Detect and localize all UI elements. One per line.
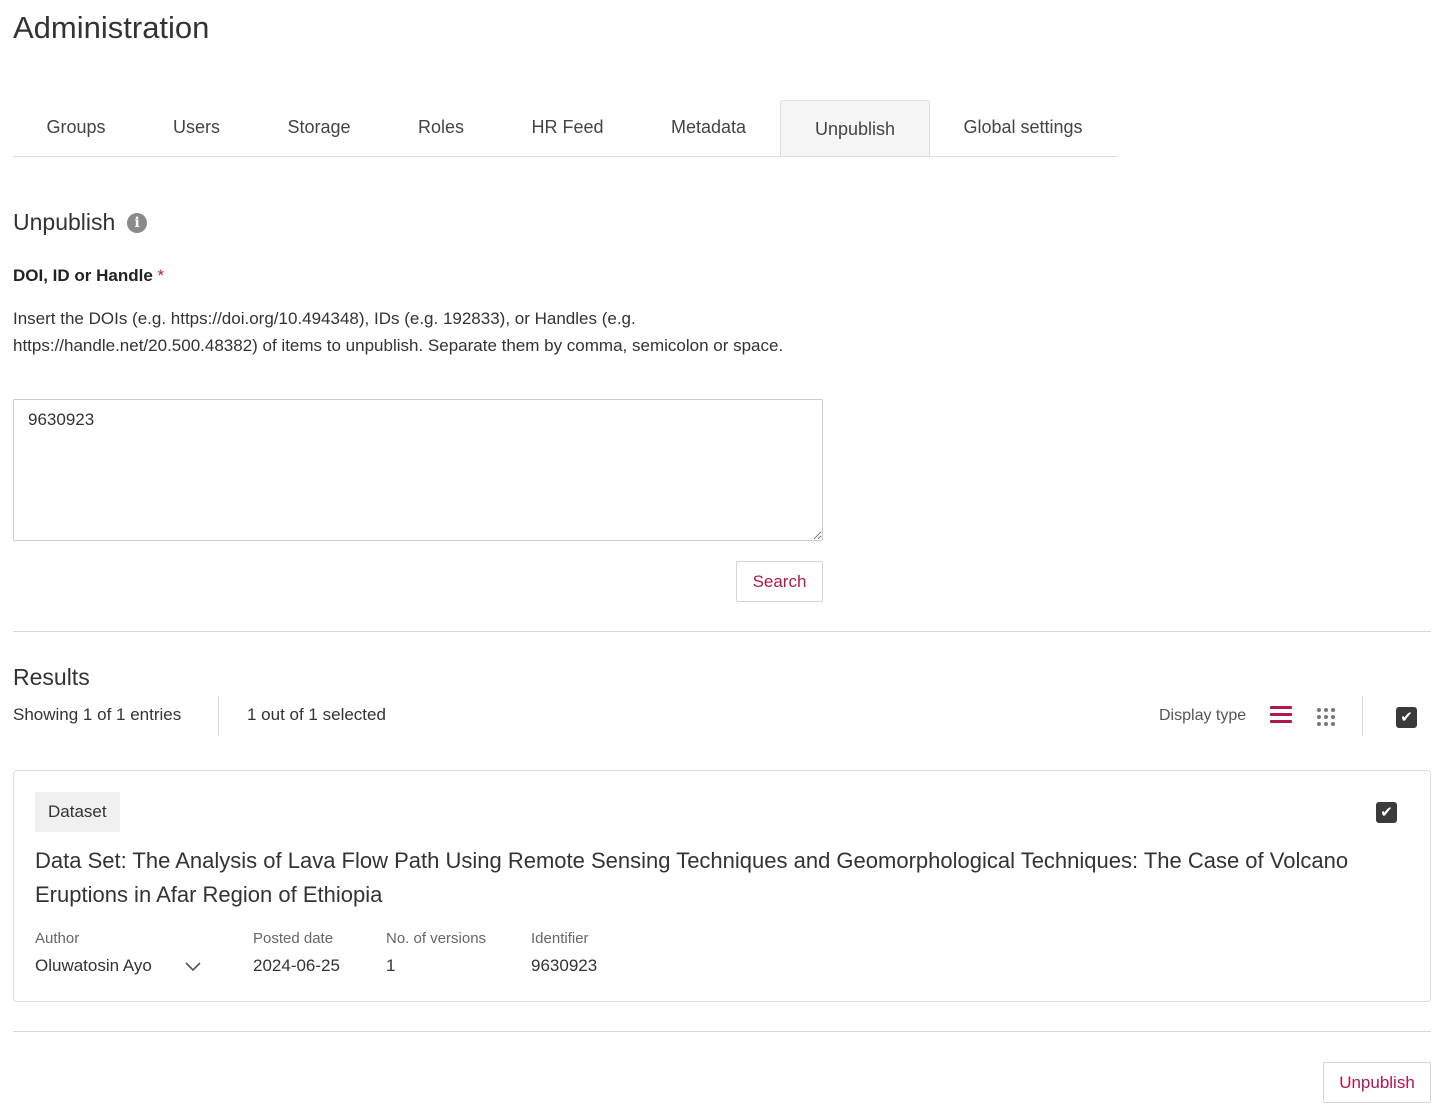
field-help-text: Insert the DOIs (e.g. https://doi.org/10… xyxy=(13,309,784,355)
author-label: Author xyxy=(35,930,80,947)
divider xyxy=(1362,696,1363,736)
unpublish-button[interactable]: Unpublish xyxy=(1323,1062,1431,1103)
identifier-value: 9630923 xyxy=(531,956,598,975)
posted-date: 2024-06-25 xyxy=(253,956,340,975)
tab-groups[interactable]: Groups xyxy=(13,100,139,155)
result-card: Dataset ✔ Data Set: The Analysis of Lava… xyxy=(13,770,1431,1002)
tab-unpublish[interactable]: Unpublish xyxy=(780,100,930,156)
posted-date-label: Posted date xyxy=(253,930,334,947)
list-view-icon[interactable] xyxy=(1270,706,1292,726)
item-checkbox[interactable]: ✔ xyxy=(1376,802,1397,823)
divider xyxy=(13,631,1431,632)
versions-count: 1 xyxy=(386,956,396,975)
selected-count: 1 out of 1 selected xyxy=(247,705,386,724)
page-title: Administration xyxy=(13,10,210,45)
info-icon[interactable]: i xyxy=(127,213,147,233)
identifiers-input[interactable]: 9630923 xyxy=(13,399,823,541)
identifier-label: Identifier xyxy=(531,930,589,947)
item-title[interactable]: Data Set: The Analysis of Lava Flow Path… xyxy=(35,844,1405,912)
tab-metadata[interactable]: Metadata xyxy=(637,100,780,155)
tab-hr-feed[interactable]: HR Feed xyxy=(498,100,637,155)
select-all-checkbox[interactable]: ✔ xyxy=(1396,707,1417,728)
display-type-label: Display type xyxy=(1159,707,1247,724)
author-name: Oluwatosin Ayo xyxy=(35,956,152,975)
required-marker: * xyxy=(157,266,165,285)
chevron-down-icon[interactable] xyxy=(184,957,202,975)
tab-users[interactable]: Users xyxy=(139,100,254,155)
search-button[interactable]: Search xyxy=(736,561,823,602)
divider xyxy=(13,1031,1431,1032)
item-type-badge: Dataset xyxy=(35,792,120,832)
tab-roles[interactable]: Roles xyxy=(384,100,498,155)
section-title: Unpublish xyxy=(13,209,116,235)
divider xyxy=(218,696,219,736)
results-title: Results xyxy=(13,664,90,690)
admin-tabs: Groups Users Storage Roles HR Feed Metad… xyxy=(13,100,1117,157)
field-label-text: DOI, ID or Handle xyxy=(13,266,153,285)
field-label: DOI, ID or Handle * xyxy=(13,266,164,286)
grid-view-icon[interactable] xyxy=(1316,707,1336,727)
versions-label: No. of versions xyxy=(386,930,487,947)
results-count: Showing 1 of 1 entries xyxy=(13,705,182,724)
tab-storage[interactable]: Storage xyxy=(254,100,384,155)
tab-global-settings[interactable]: Global settings xyxy=(930,100,1116,155)
